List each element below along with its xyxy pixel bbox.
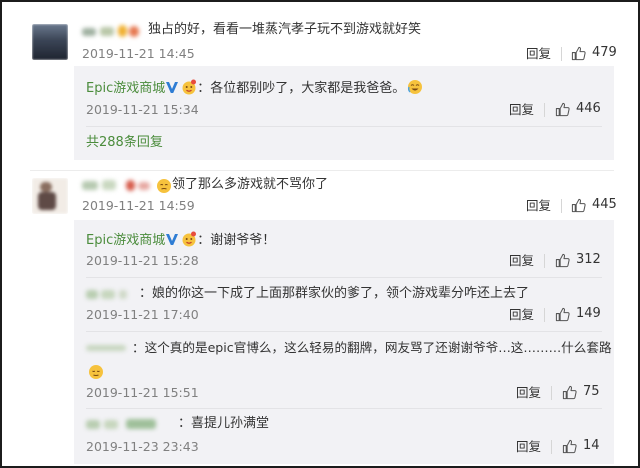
comment-time: 2019-11-21 14:59	[82, 198, 195, 213]
username-blurred[interactable]	[86, 342, 132, 354]
reply-button[interactable]: 回复	[516, 385, 541, 401]
like-button[interactable]: 149	[555, 306, 601, 322]
reply-text: ：各位都别吵了，大家都是我爸爸。	[197, 81, 406, 96]
reply-author[interactable]: Epic游戏商城	[86, 233, 165, 248]
divider	[86, 277, 602, 278]
avatar[interactable]	[32, 178, 68, 214]
reply-time: 2019-11-23 23:43	[86, 439, 199, 454]
divider	[86, 408, 602, 409]
reply-text: ：娘的你这一下成了上面那群家伙的爹了，领个游戏辈分咋还上去了	[139, 286, 530, 301]
divider	[551, 440, 552, 454]
reply-button[interactable]: 回复	[509, 307, 534, 323]
comment-divider	[30, 170, 614, 171]
like-count: 479	[592, 45, 617, 60]
emoji-face-icon	[157, 179, 171, 193]
like-count: 149	[576, 306, 601, 321]
reply-time: 2019-11-21 15:51	[86, 385, 199, 400]
reply-button[interactable]: 回复	[509, 253, 534, 269]
emoji-face-icon	[182, 79, 197, 95]
username-blurred[interactable]	[82, 24, 142, 38]
reply-button[interactable]: 回复	[526, 46, 551, 62]
thumbs-up-icon	[555, 253, 570, 267]
more-replies-link[interactable]: 共288条回复	[86, 135, 163, 151]
reply-text: ：谢谢爷爷！	[197, 233, 276, 248]
avatar[interactable]	[32, 24, 68, 60]
like-count: 312	[576, 252, 601, 267]
comments-panel: 独占的好，看看一堆蒸汽孝子玩不到游戏就好笑 2019-11-21 14:45 回…	[0, 0, 640, 468]
emoji-face-icon	[408, 80, 423, 94]
divider	[544, 308, 545, 322]
emoji-face-icon	[182, 231, 197, 247]
divider	[551, 386, 552, 400]
thumbs-up-icon	[555, 102, 570, 116]
divider	[544, 254, 545, 268]
reply-button[interactable]: 回复	[516, 439, 541, 455]
reply-author[interactable]: Epic游戏商城	[86, 81, 165, 96]
comment-text: 领了那么多游戏就不骂你了	[172, 177, 329, 192]
reply-item: Epic游戏商城 ：谢谢爷爷！	[86, 231, 275, 250]
reply-button[interactable]: 回复	[509, 102, 534, 118]
like-button[interactable]: 75	[562, 384, 600, 400]
reply-time: 2019-11-21 15:28	[86, 253, 199, 268]
verified-v-icon	[166, 82, 179, 93]
emoji-face-icon	[89, 365, 103, 379]
divider	[86, 126, 602, 127]
username-blurred[interactable]	[86, 287, 136, 301]
thumbs-up-icon	[562, 385, 577, 399]
like-button[interactable]: 446	[555, 101, 601, 117]
like-button[interactable]: 14	[562, 438, 600, 454]
reply-time: 2019-11-21 17:40	[86, 307, 199, 322]
thumbs-up-icon	[555, 307, 570, 321]
divider	[561, 47, 562, 61]
thumbs-up-icon	[571, 46, 586, 60]
reply-item: Epic游戏商城 ：各位都别吵了，大家都是我爸爸。	[86, 79, 423, 98]
like-button[interactable]: 445	[571, 197, 617, 213]
like-count: 14	[583, 438, 600, 453]
username-blurred[interactable]	[86, 417, 178, 431]
divider	[86, 331, 602, 332]
reply-button[interactable]: 回复	[526, 198, 551, 214]
divider	[544, 103, 545, 117]
comment-text: 独占的好，看看一堆蒸汽孝子玩不到游戏就好笑	[148, 22, 422, 37]
reply-text: ：喜提儿孙满堂	[178, 416, 270, 431]
username-blurred[interactable]	[82, 178, 154, 192]
like-count: 445	[592, 197, 617, 212]
reply-time: 2019-11-21 15:34	[86, 102, 199, 117]
verified-v-icon	[166, 234, 179, 245]
like-count: 446	[576, 101, 601, 116]
like-button[interactable]: 479	[571, 45, 617, 61]
comment-time: 2019-11-21 14:45	[82, 46, 195, 61]
like-button[interactable]: 312	[555, 252, 601, 268]
thumbs-up-icon	[571, 198, 586, 212]
like-count: 75	[583, 384, 600, 399]
divider	[561, 199, 562, 213]
thumbs-up-icon	[562, 439, 577, 453]
reply-text: ：这个真的是epic官博么，这么轻易的翻牌，网友骂了还谢谢爷爷…这………什么套路	[132, 340, 612, 355]
